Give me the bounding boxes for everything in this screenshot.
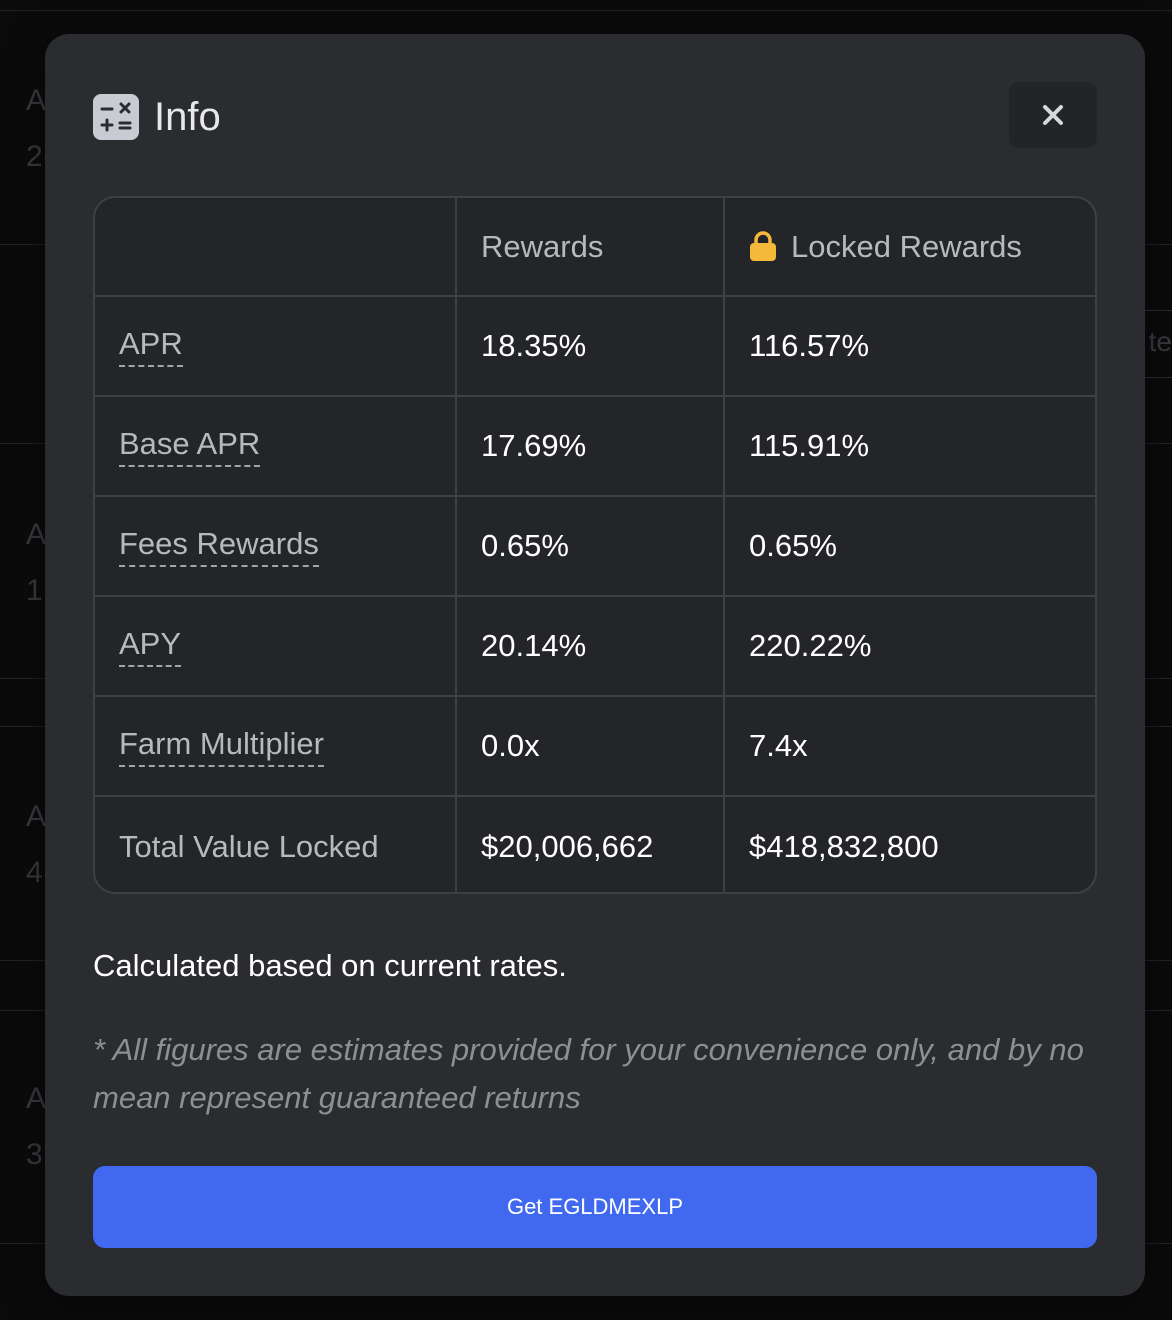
apy-locked-value: 220.22%: [724, 596, 1095, 697]
calculator-icon: [93, 94, 139, 140]
tvl-rewards-value: $20,006,662: [456, 796, 725, 892]
header-rewards: Rewards: [456, 198, 725, 297]
info-modal: Info Rewards Locked Rewards APR 18.35% 1…: [45, 34, 1145, 1296]
tvl-label: Total Value Locked: [95, 796, 457, 892]
apy-rewards-value: 20.14%: [456, 596, 725, 697]
table-row: APR 18.35% 116.57%: [95, 296, 1095, 397]
table-row: Farm Multiplier 0.0x 7.4x: [95, 696, 1095, 797]
farm-multiplier-label[interactable]: Farm Multiplier: [119, 726, 324, 767]
header-locked-rewards: Locked Rewards: [724, 198, 1095, 297]
background-text: A: [26, 518, 47, 551]
apr-label[interactable]: APR: [119, 326, 183, 367]
background-text: 1: [26, 574, 43, 607]
table-header-row: Rewards Locked Rewards: [95, 198, 1095, 297]
modal-header: Info: [93, 82, 1097, 148]
background-text: A: [26, 84, 47, 117]
base-apr-locked-value: 115.91%: [724, 396, 1095, 497]
header-locked-label: Locked Rewards: [791, 228, 1022, 264]
disclaimer-text: * All figures are estimates provided for…: [93, 1032, 1084, 1115]
apr-rewards-value: 18.35%: [456, 296, 725, 397]
farm-multiplier-rewards-value: 0.0x: [456, 696, 725, 797]
background-text: A: [26, 1082, 47, 1115]
divider: [0, 10, 1172, 11]
table-row: Base APR 17.69% 115.91%: [95, 396, 1095, 497]
lock-icon: [750, 230, 776, 261]
get-lp-button[interactable]: Get EGLDMEXLP: [93, 1166, 1097, 1248]
apr-locked-value: 116.57%: [724, 296, 1095, 397]
close-button[interactable]: [1009, 82, 1097, 148]
close-icon: [1043, 105, 1063, 125]
tvl-locked-value: $418,832,800: [749, 828, 939, 864]
background-text: te: [1148, 326, 1172, 357]
rates-table: Rewards Locked Rewards APR 18.35% 116.57…: [93, 196, 1097, 894]
base-apr-rewards-value: 17.69%: [456, 396, 725, 497]
background-text: 3: [26, 1138, 43, 1171]
farm-multiplier-locked-value: 7.4x: [724, 696, 1095, 797]
table-row: Total Value Locked $20,006,662 $418,832,…: [95, 796, 1095, 892]
fees-rewards-label[interactable]: Fees Rewards: [119, 526, 319, 567]
header-empty: [95, 198, 457, 297]
table-row: APY 20.14% 220.22%: [95, 596, 1095, 697]
calculation-note: Calculated based on current rates.: [93, 948, 567, 983]
fees-locked-value: 0.65%: [724, 496, 1095, 597]
background-text: 4: [26, 856, 43, 889]
table-row: Fees Rewards 0.65% 0.65%: [95, 496, 1095, 597]
fees-rewards-value: 0.65%: [456, 496, 725, 597]
apy-label[interactable]: APY: [119, 626, 182, 667]
background-text: A: [26, 800, 47, 833]
base-apr-label[interactable]: Base APR: [119, 426, 261, 467]
background-text: 2: [26, 140, 43, 173]
modal-title: Info: [154, 95, 221, 139]
